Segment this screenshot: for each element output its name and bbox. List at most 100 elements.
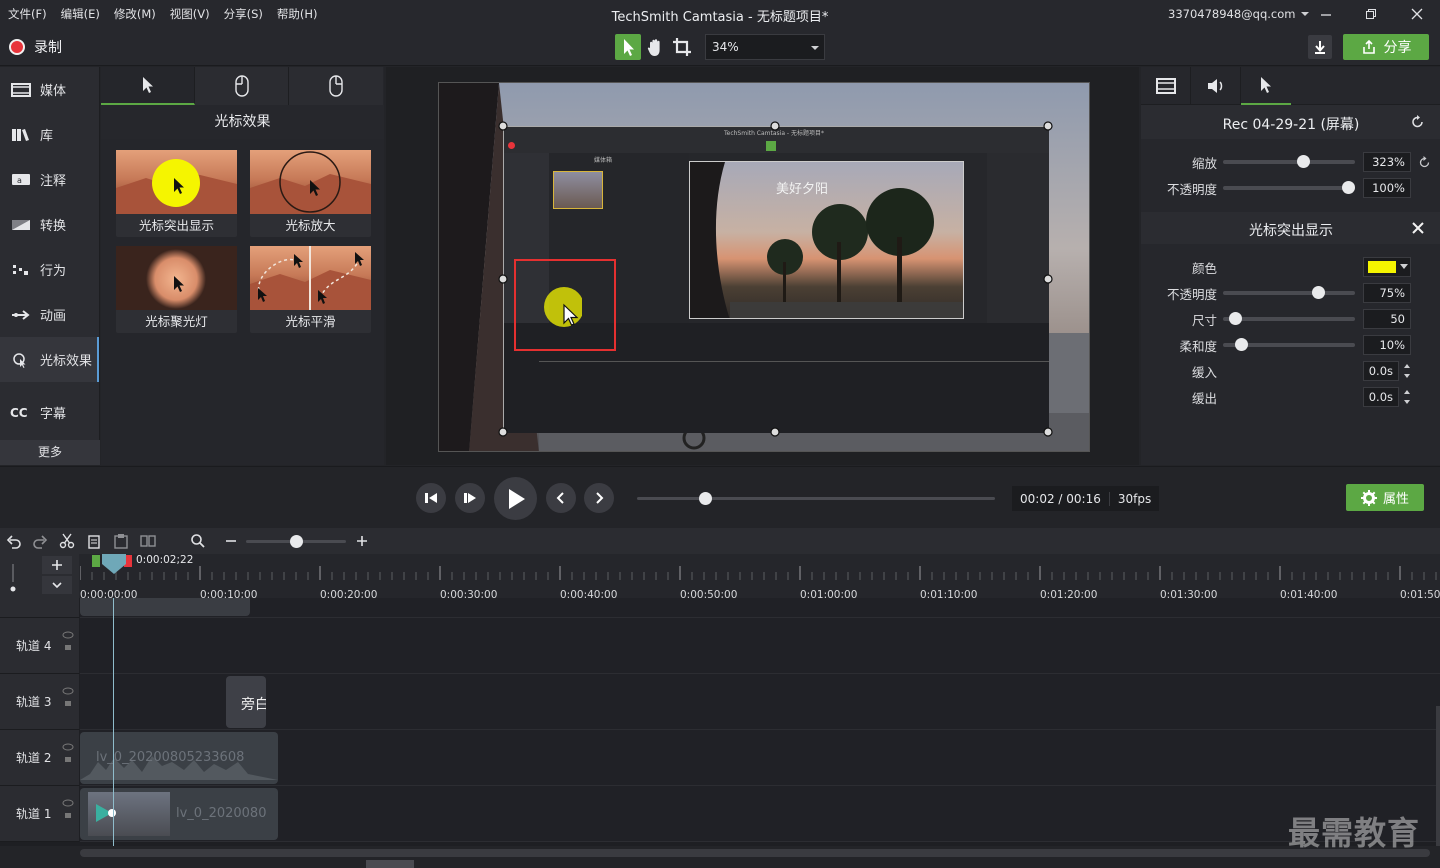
add-track-button[interactable]: [42, 556, 72, 574]
menu-edit[interactable]: 编辑(E): [61, 6, 100, 22]
clip-partial[interactable]: [80, 598, 250, 616]
nav-animation[interactable]: 动画: [0, 292, 99, 337]
timeline-zoom-slider[interactable]: [246, 535, 346, 548]
nav-media[interactable]: 媒体: [0, 67, 99, 112]
audio-clip[interactable]: lv_0_20200805233608: [80, 732, 278, 784]
crop-tool-icon[interactable]: [670, 35, 694, 59]
scale-slider[interactable]: [1223, 155, 1355, 168]
hand-tool-icon[interactable]: [643, 35, 667, 59]
softness-slider[interactable]: [1223, 338, 1355, 351]
range-in-handle[interactable]: [92, 555, 100, 567]
nav-more[interactable]: 更多: [0, 440, 100, 465]
track-lock-icon[interactable]: [62, 742, 74, 766]
remove-effect-icon[interactable]: [1412, 222, 1424, 234]
copy-icon[interactable]: [86, 533, 102, 549]
tab-right-click-effects[interactable]: [289, 67, 383, 105]
menu-help[interactable]: 帮助(H): [277, 6, 318, 22]
playback-scrubber[interactable]: [637, 492, 995, 505]
zoom-in-icon[interactable]: [355, 533, 369, 549]
menu-modify[interactable]: 修改(M): [114, 6, 156, 22]
menu-share[interactable]: 分享(S): [224, 6, 263, 22]
effect-opacity-slider[interactable]: [1223, 286, 1355, 299]
track-lock-icon[interactable]: [62, 686, 74, 710]
video-clip[interactable]: lv_0_2020080: [80, 788, 278, 840]
slider-knob[interactable]: [1312, 286, 1325, 299]
stepper-icon[interactable]: [1403, 388, 1411, 406]
tab-audio-properties[interactable]: [1191, 66, 1241, 105]
close-icon[interactable]: [1411, 8, 1423, 20]
opacity-value[interactable]: 100%: [1363, 178, 1411, 198]
record-button[interactable]: 录制: [9, 37, 62, 57]
track-lane-4[interactable]: [80, 618, 1440, 674]
nav-library[interactable]: 库: [0, 112, 99, 157]
select-tool-button[interactable]: [615, 34, 641, 60]
scale-value[interactable]: 323%: [1363, 152, 1411, 172]
nav-cursor-effects[interactable]: 光标效果: [0, 337, 99, 382]
opacity-slider[interactable]: [1223, 181, 1355, 194]
track-height-icon[interactable]: [6, 560, 20, 592]
fade-out-value[interactable]: 0.0s: [1363, 387, 1399, 407]
track-header-2[interactable]: 轨道 2: [0, 730, 79, 786]
nav-annotation[interactable]: a 注释: [0, 157, 99, 202]
track-header-1[interactable]: 轨道 1: [0, 786, 79, 842]
effect-opacity-value[interactable]: 75%: [1363, 283, 1411, 303]
tab-cursor-properties[interactable]: [1241, 67, 1291, 105]
track-lane-2[interactable]: lv_0_20200805233608: [80, 730, 1440, 786]
slider-knob[interactable]: [1342, 181, 1355, 194]
effect-cursor-magnify[interactable]: 光标放大: [250, 150, 371, 237]
slider-knob[interactable]: [1235, 338, 1248, 351]
callout-clip[interactable]: 旁白: [226, 676, 266, 728]
preview-frame[interactable]: TechSmith Camtasia - 无标题项目* 媒体箱 美好夕阳: [438, 82, 1090, 452]
download-button[interactable]: [1308, 35, 1332, 59]
effect-cursor-smoothing[interactable]: 光标平滑: [250, 246, 371, 333]
previous-marker-button[interactable]: [546, 483, 576, 513]
reset-icon[interactable]: [1418, 156, 1431, 169]
slider-knob[interactable]: [290, 535, 303, 548]
share-button[interactable]: 分享: [1343, 34, 1429, 60]
fade-in-value[interactable]: 0.0s: [1363, 361, 1399, 381]
minimize-icon[interactable]: [1320, 9, 1332, 21]
track-lane-1[interactable]: lv_0_2020080: [80, 786, 1440, 842]
slider-knob[interactable]: [1297, 155, 1310, 168]
play-button[interactable]: [494, 477, 537, 520]
menu-view[interactable]: 视图(V): [170, 6, 210, 22]
slider-knob[interactable]: [1229, 312, 1242, 325]
size-value[interactable]: 50: [1363, 309, 1411, 329]
account-menu[interactable]: 3370478948@qq.com: [1168, 7, 1310, 21]
redo-icon[interactable]: [32, 533, 48, 549]
nav-captions[interactable]: CC 字幕: [0, 382, 99, 442]
restore-icon[interactable]: [1365, 8, 1377, 20]
search-icon[interactable]: [190, 533, 206, 549]
menu-file[interactable]: 文件(F): [8, 6, 47, 22]
scrubber-knob[interactable]: [699, 492, 712, 505]
zoom-select[interactable]: 34%: [705, 34, 825, 60]
softness-value[interactable]: 10%: [1363, 335, 1411, 355]
undo-icon[interactable]: [6, 533, 22, 549]
tab-cursor-effects[interactable]: [101, 67, 195, 105]
screen-recording-clip[interactable]: TechSmith Camtasia - 无标题项目* 媒体箱 美好夕阳: [503, 126, 1049, 433]
tab-left-click-effects[interactable]: [195, 67, 289, 105]
effect-cursor-highlight[interactable]: 光标突出显示: [116, 150, 237, 237]
tab-visual-properties[interactable]: [1141, 66, 1191, 105]
horizontal-scrollbar[interactable]: [80, 849, 1430, 857]
next-marker-button[interactable]: [584, 483, 614, 513]
playhead-marker[interactable]: [101, 554, 127, 574]
track-header-3[interactable]: 轨道 3: [0, 674, 79, 730]
size-slider[interactable]: [1223, 312, 1355, 325]
step-back-button[interactable]: [416, 483, 446, 513]
cut-icon[interactable]: [59, 533, 75, 549]
track-lock-icon[interactable]: [62, 630, 74, 654]
vertical-scrollbar[interactable]: [1436, 706, 1440, 846]
track-lane-3[interactable]: 旁白: [80, 674, 1440, 730]
paste-icon[interactable]: [113, 533, 129, 549]
nav-behavior[interactable]: 行为: [0, 247, 99, 292]
stepper-icon[interactable]: [1403, 362, 1411, 380]
split-icon[interactable]: [140, 533, 156, 549]
zoom-out-icon[interactable]: [224, 533, 238, 549]
track-lock-icon[interactable]: [62, 798, 74, 822]
reset-icon[interactable]: [1411, 115, 1425, 129]
color-picker[interactable]: [1363, 257, 1411, 277]
scrollbar-thumb[interactable]: [366, 860, 414, 868]
effect-cursor-spotlight[interactable]: 光标聚光灯: [116, 246, 237, 333]
collapse-tracks-button[interactable]: [42, 576, 72, 594]
